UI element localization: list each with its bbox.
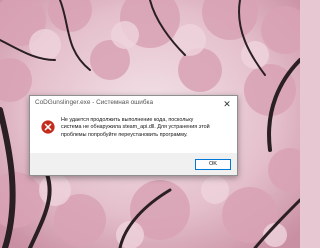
ok-button[interactable]: OK bbox=[195, 159, 231, 170]
dialog-content: Не удается продолжить выполнение кода, п… bbox=[30, 112, 237, 153]
error-message: Не удается продолжить выполнение кода, п… bbox=[61, 117, 231, 139]
dialog-titlebar[interactable]: CoDGunslinger.exe - Системная ошибка ✕ bbox=[30, 96, 237, 112]
error-dialog: CoDGunslinger.exe - Системная ошибка ✕ Н… bbox=[29, 95, 238, 176]
error-icon bbox=[41, 120, 55, 134]
dialog-footer: OK bbox=[30, 153, 237, 175]
dialog-title: CoDGunslinger.exe - Системная ошибка bbox=[35, 99, 153, 106]
error-message-line: проблемы попробуйте переустановить прогр… bbox=[61, 131, 188, 138]
error-message-line: система не обнаружила steam_api.dll. Для… bbox=[61, 124, 210, 131]
close-button[interactable]: ✕ bbox=[221, 98, 233, 110]
